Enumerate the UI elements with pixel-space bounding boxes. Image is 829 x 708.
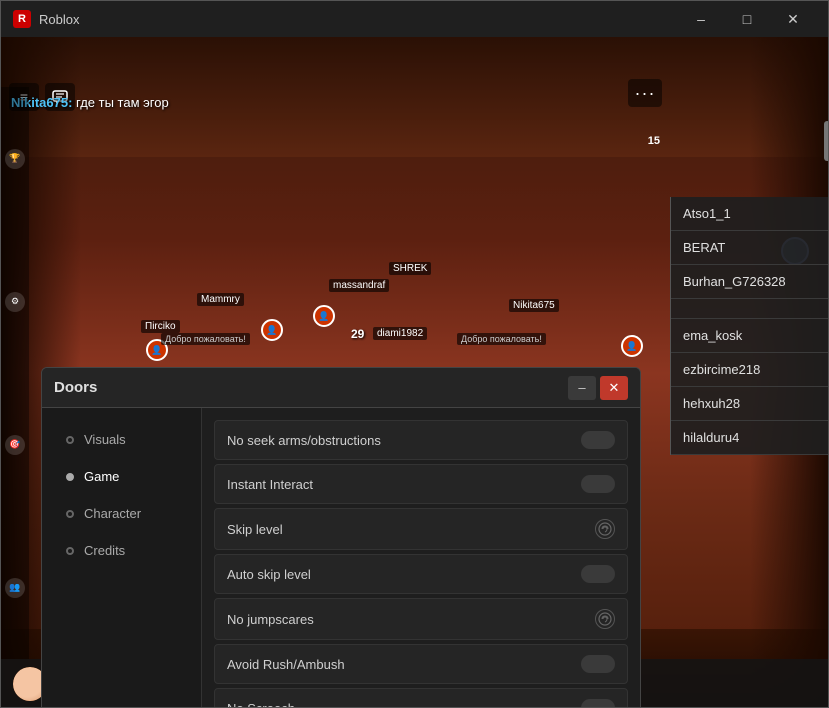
player-list-item-hehxuh[interactable]: hehxuh28 [671,387,829,421]
doors-body: Visuals Game Character Credits [42,408,640,708]
toggle-label-jumpscares: No jumpscares [227,612,314,627]
scrollbar-thumb [824,121,829,161]
sidebar-item-credits[interactable]: Credits [50,533,193,568]
doors-close-button[interactable]: ✕ [600,376,628,400]
toggle-label-autoskip: Auto skip level [227,567,311,582]
sidebar-label-character: Character [84,506,141,521]
toggle-switch-avoid[interactable] [581,655,615,673]
hud-left: 🏆 ⚙ 🎯 👥 [1,87,29,659]
player-label-nikita675: Nikita675 [509,299,559,312]
toggle-fingerprint-skip[interactable] [595,519,615,539]
sidebar-label-credits: Credits [84,543,125,558]
doors-modal: Doors – ✕ Visuals Game [41,367,641,708]
title-bar-left: R Roblox [13,10,79,28]
hud-icon-2: ⚙ [5,292,25,312]
maximize-button[interactable]: □ [724,1,770,37]
hud-icon-4: 👥 [5,578,25,598]
doors-sidebar: Visuals Game Character Credits [42,408,202,708]
player-list-spacer [671,299,829,319]
player-list-item-burhan[interactable]: Burhan_G726328 [671,265,829,299]
doors-header: Doors – ✕ [42,368,640,408]
person-circle-2: 👤 [261,319,283,341]
doors-minimize-button[interactable]: – [568,376,596,400]
player-list-item-ezbircime[interactable]: ezbircime218 [671,353,829,387]
player-list: Atso1_1 BERAT Burhan_G726328 ema_kosk ez… [670,197,829,455]
toggle-label-instant: Instant Interact [227,477,313,492]
number-label: 29 [351,327,364,341]
person-circle-4: 👤 [621,335,643,357]
player-list-item-berat[interactable]: BERAT [671,231,829,265]
window-title: Roblox [39,12,79,27]
player-list-item-atso[interactable]: Atso1_1 [671,197,829,231]
hud-icon-1: 🏆 [5,149,25,169]
toggle-fingerprint-jumpscares[interactable] [595,609,615,629]
welcome-text-1: Добро пожаловать! [161,333,250,345]
toggle-row-autoskip: Auto skip level [214,554,628,594]
minimize-button[interactable]: – [678,1,724,37]
score-badge: 15 [648,135,660,147]
roblox-icon: R [13,10,31,28]
sidebar-dot-visuals [66,436,74,444]
toggle-row-instant: Instant Interact [214,464,628,504]
sidebar-item-game[interactable]: Game [50,459,193,494]
toggle-label-skip: Skip level [227,522,283,537]
sidebar-item-character[interactable]: Character [50,496,193,531]
toggle-row-skip: Skip level [214,508,628,550]
player-list-item-hilalduru[interactable]: hilalduru4 [671,421,829,455]
doors-header-buttons: – ✕ [568,376,628,400]
toggle-row-jumpscares: No jumpscares [214,598,628,640]
player-label-massandraf: massandraf [329,279,389,292]
window-controls: – □ ✕ [678,1,816,37]
toggle-switch-screech[interactable] [581,699,615,708]
toggle-switch-instant[interactable] [581,475,615,493]
more-options-icon[interactable]: ··· [628,79,662,107]
doors-content[interactable]: No seek arms/obstructions Instant Intera… [202,408,640,708]
toggle-label-seek: No seek arms/obstructions [227,433,381,448]
title-bar: R Roblox – □ ✕ [1,1,828,37]
player-label-mammry: Mammry [197,293,244,306]
toggle-row-screech: No Screech [214,688,628,708]
toggle-label-avoid: Avoid Rush/Ambush [227,657,345,672]
chat-text: где ты там эгор [76,95,169,110]
player-label-diami1982: diami1982 [373,327,427,340]
welcome-text-2: Добро пожаловать! [457,333,546,345]
toggle-row-avoid: Avoid Rush/Ambush [214,644,628,684]
sidebar-label-game: Game [84,469,119,484]
toggle-switch-seek[interactable] [581,431,615,449]
toggle-switch-autoskip[interactable] [581,565,615,583]
toggle-row-seek: No seek arms/obstructions [214,420,628,460]
hud-icon-3: 🎯 [5,435,25,455]
player-label-shrek: SHREK [389,262,431,275]
sidebar-dot-character [66,510,74,518]
sidebar-label-visuals: Visuals [84,432,126,447]
game-area: ≡ ··· Nikita675: где ты там эгор SHREK m… [1,37,829,708]
close-button[interactable]: ✕ [770,1,816,37]
chat-message: Nikita675: где ты там эгор [11,95,169,110]
window-frame: R Roblox – □ ✕ ≡ [0,0,829,708]
player-label-pirciko: Пirciko [141,320,180,333]
doors-title: Doors [54,379,97,396]
sidebar-dot-game [66,473,74,481]
sidebar-item-visuals[interactable]: Visuals [50,422,193,457]
player-list-item-ema[interactable]: ema_kosk [671,319,829,353]
sidebar-dot-credits [66,547,74,555]
person-circle-3: 👤 [313,305,335,327]
toggle-label-screech: No Screech [227,701,295,708]
